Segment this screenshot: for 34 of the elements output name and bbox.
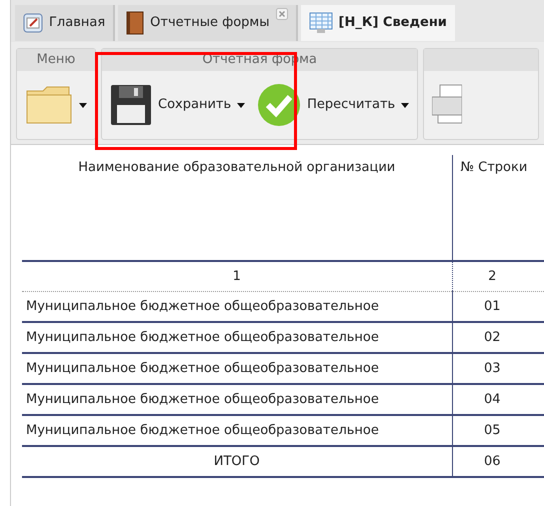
- tab-label: Главная: [49, 14, 106, 32]
- book-icon: [126, 11, 144, 35]
- toolbar-button[interactable]: Сохранить: [106, 79, 250, 131]
- tab[interactable]: Главная: [15, 5, 116, 41]
- table-cell: 03: [452, 353, 544, 384]
- column-header: Наименование образовательной организации: [22, 155, 452, 261]
- notepad-icon: [23, 13, 43, 33]
- table-cell: Муниципальное бюджетное общеобразовательное: [22, 384, 452, 415]
- tab-label: [Н_К] Сведени: [338, 14, 447, 32]
- table-cell: 06: [452, 446, 544, 477]
- caret-icon: [79, 102, 87, 108]
- column-number: 2: [452, 261, 544, 291]
- table-cell: Муниципальное бюджетное общеобразовательное: [22, 353, 452, 384]
- column-header: № Строки: [452, 155, 544, 261]
- table-cell: 05: [452, 415, 544, 446]
- check-circle-icon: [257, 83, 302, 127]
- table-cell: Муниципальное бюджетное общеобразовательное: [22, 291, 452, 322]
- table-cell: ИТОГО: [22, 446, 452, 477]
- group-title: Меню: [36, 52, 76, 67]
- column-number: 1: [22, 261, 452, 291]
- caret-icon: [401, 102, 410, 108]
- folder-icon: [25, 85, 73, 125]
- table-cell: 02: [452, 322, 544, 353]
- table-cell: 01: [452, 291, 544, 322]
- close-icon[interactable]: [276, 8, 288, 20]
- table-cell: Муниципальное бюджетное общеобразовательное: [22, 322, 452, 353]
- caret-icon: [237, 102, 246, 108]
- tab[interactable]: Отчетные формы: [118, 5, 298, 41]
- table-cell: Муниципальное бюджетное общеобразовательное: [22, 415, 452, 446]
- spreadsheet-icon: [308, 12, 332, 34]
- table-cell: 04: [452, 384, 544, 415]
- tab-label: Отчетные формы: [150, 14, 270, 32]
- tab[interactable]: [Н_К] Сведени: [300, 5, 455, 41]
- toolbar-button[interactable]: Пересчитать: [253, 79, 414, 131]
